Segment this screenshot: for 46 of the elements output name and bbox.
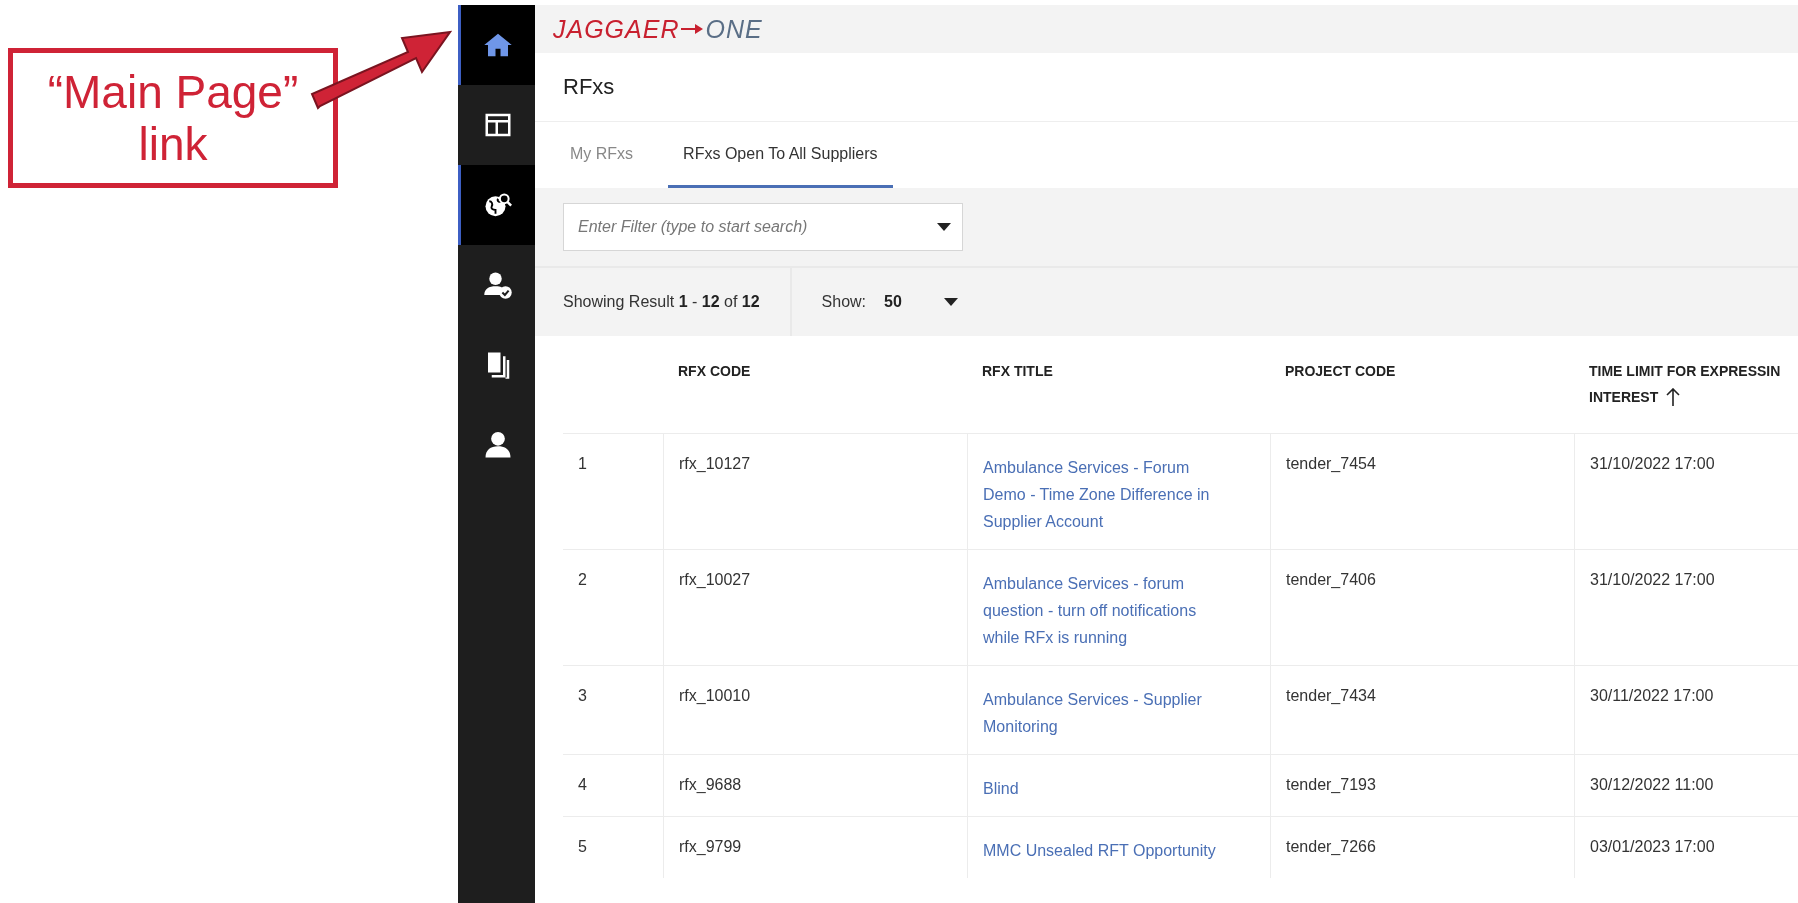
table-cell: rfx_10027 [663,549,967,665]
user-icon [483,430,513,460]
user-check-icon [483,270,513,300]
table-cell: 30/12/2022 11:00 [1574,754,1798,816]
sidebar-item[interactable] [458,165,535,245]
logo-brand: JAGGAER [553,14,680,44]
row-number: 1 [563,433,663,549]
column-header[interactable]: TIME LIMIT FOR EXPRESSIN INTEREST [1574,336,1798,433]
table-cell: tender_7454 [1270,433,1574,549]
table-cell: tender_7406 [1270,549,1574,665]
table-cell: rfx_9799 [663,816,967,878]
rfx-title-link[interactable]: Blind [967,754,1270,816]
arrow-icon [681,24,704,34]
row-number: 4 [563,754,663,816]
caret-icon [943,298,958,306]
column-header[interactable]: RFX CODE [663,336,967,433]
row-number: 2 [563,549,663,665]
table-cell: 31/10/2022 17:00 [1574,549,1798,665]
table-cell: tender_7266 [1270,816,1574,878]
column-header[interactable]: RFX TITLE [967,336,1270,433]
table-cell: tender_7434 [1270,665,1574,754]
table-cell: tender_7193 [1270,754,1574,816]
table-cell: 03/01/2023 17:00 [1574,816,1798,878]
result-summary: Showing Result 1 - 12 of 12 [563,293,760,311]
table-cell: rfx_10127 [663,433,967,549]
page-size-select[interactable]: 50 [884,293,958,311]
logo-suffix: ONE [705,14,763,44]
row-number: 3 [563,665,663,754]
column-header[interactable]: PROJECT CODE [1270,336,1574,433]
caret-icon [937,223,951,231]
sidebar-item[interactable] [458,5,535,85]
page-title: RFxs [563,74,615,100]
rfx-title-link[interactable]: MMC Unsealed RFT Opportunity [967,816,1270,878]
filter-field[interactable]: Enter Filter (type to start search) [563,203,963,251]
row-number: 5 [563,816,663,878]
show-label: Show: [821,293,867,311]
rfx-title-link[interactable]: Ambulance Services - Supplier Monitoring [967,665,1270,754]
table-cell: rfx_10010 [663,665,967,754]
tab[interactable]: My RFxs [555,122,649,188]
table-cell: 31/10/2022 17:00 [1574,433,1798,549]
sort-ascending-icon [1666,388,1681,406]
table-cell: rfx_9688 [663,754,967,816]
rfx-title-link[interactable]: Ambulance Services - forum question - turn off notifications while RFx is running [967,549,1270,665]
table-cell: 30/11/2022 17:00 [1574,665,1798,754]
rfx-title-link[interactable]: Ambulance Services - Forum Demo - Time Zone Difference in Supplier Account [967,433,1270,549]
callout-text: “Main Page” link [46,66,300,170]
